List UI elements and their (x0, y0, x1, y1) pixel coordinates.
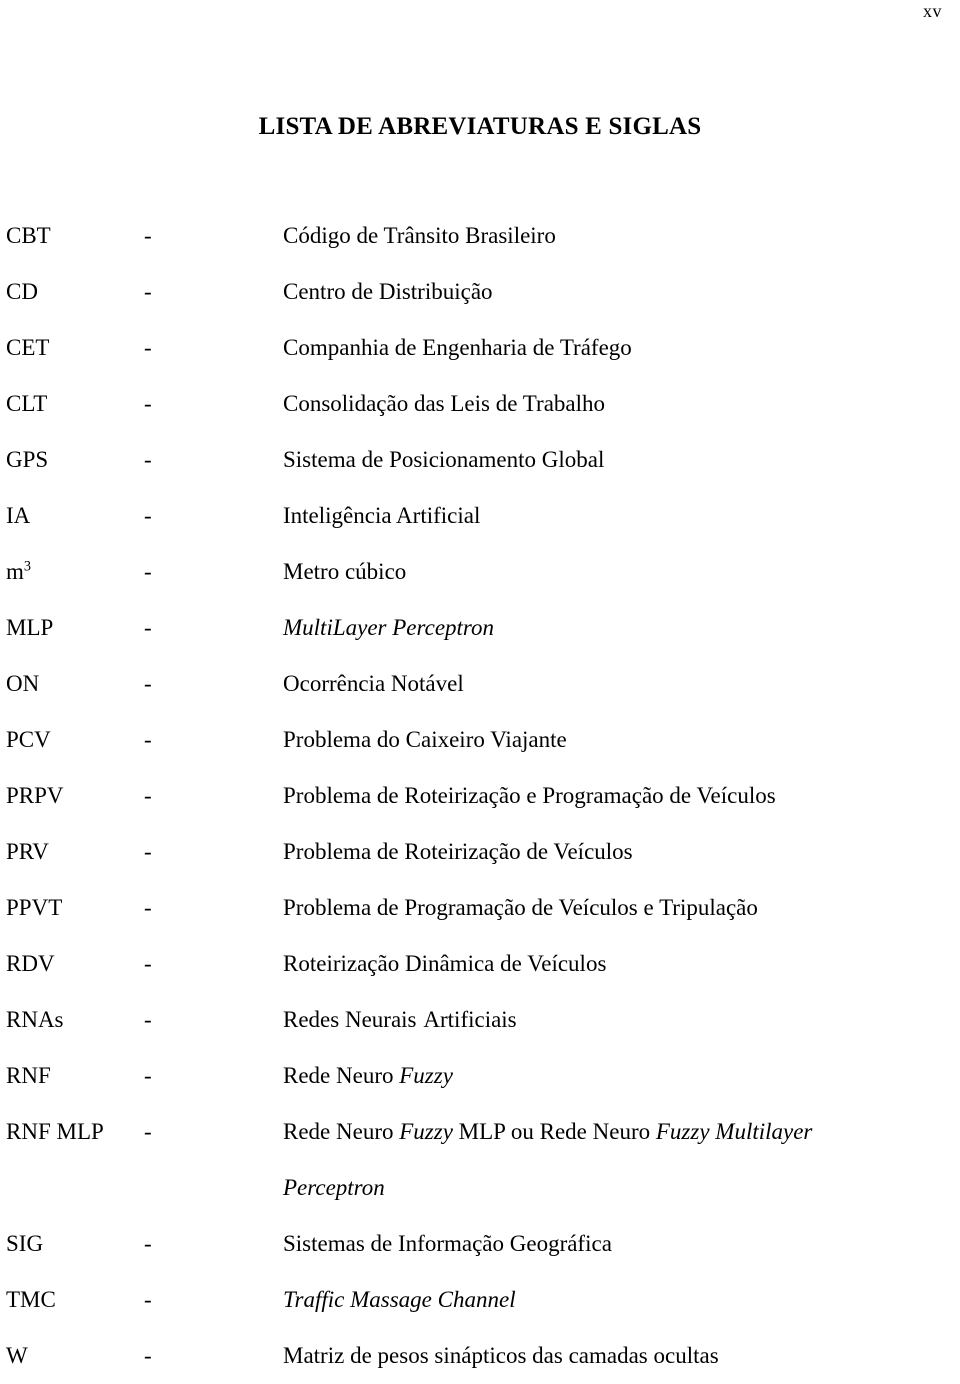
abbreviation-separator: - (144, 1119, 152, 1144)
abbreviation-row: RNF - Rede Neuro Fuzzy (0, 1048, 960, 1104)
abbreviation-separator: - (144, 447, 152, 472)
emphasised-term: Perceptron (283, 1175, 385, 1200)
abbreviation-row: W - Matriz de pesos sinápticos das camadas… (0, 1328, 960, 1384)
page-title: LISTA DE ABREVIATURAS E SIGLAS (258, 112, 702, 140)
abbreviation-separator: - (144, 615, 152, 640)
abbreviation-term: TMC (6, 1287, 56, 1312)
abbreviation-definition: MultiLayer Perceptron (283, 600, 920, 656)
word-gap (417, 992, 424, 1048)
emphasised-term: Fuzzy (399, 1063, 453, 1088)
abbreviation-definition: Inteligência Artificial (283, 503, 481, 528)
abbreviation-term: IA (6, 503, 31, 528)
abbreviation-term: MLP (6, 615, 54, 640)
abbreviation-term: CLT (6, 391, 48, 416)
abbreviation-separator: - (144, 1287, 152, 1312)
abbreviation-term: PRV (6, 839, 49, 864)
abbreviation-term: GPS (6, 447, 49, 472)
emphasised-term: Multilayer (715, 1119, 813, 1144)
abbreviation-row: RNAs - Redes Neurais Artificiais (0, 992, 960, 1048)
emphasised-term: Fuzzy (399, 1119, 453, 1144)
abbreviation-definition: Matriz de pesos sinápticos das camadas o… (283, 1343, 719, 1368)
abbreviation-term: m3 (6, 558, 32, 584)
abbreviation-row: IA - Inteligência Artificial (0, 488, 960, 544)
abbreviation-separator: - (144, 1231, 152, 1256)
emphasised-term: Traffic (283, 1287, 345, 1312)
emphasised-term: Massage (350, 1287, 432, 1312)
abbreviation-definition: Rede Neuro Fuzzy MLP ou Rede Neuro Fuzzy… (283, 1104, 920, 1216)
abbreviation-definition: Sistemas de Informação Geográfica (283, 1231, 612, 1256)
abbreviation-term: PPVT (6, 895, 63, 920)
abbreviation-term: RNF (6, 1063, 51, 1088)
abbreviation-row: RNF MLP - Rede Neuro Fuzzy MLP ou Rede Neu… (0, 1104, 960, 1216)
abbreviation-term: PCV (6, 727, 51, 752)
abbreviation-separator: - (144, 391, 152, 416)
abbreviation-separator: - (144, 951, 152, 976)
abbreviation-definition: Ocorrência Notável (283, 671, 464, 696)
abbreviation-row: PRPV - Problema de Roteirização e Programa… (0, 768, 960, 824)
abbreviation-list: CBT - Código de Trânsito Brasileiro CD - Cent… (0, 208, 960, 1384)
abbreviation-separator: - (144, 1343, 152, 1368)
abbreviation-definition: Sistema de Posicionamento Global (283, 447, 605, 472)
abbreviation-separator: - (144, 559, 152, 584)
abbreviation-definition: Problema do Caixeiro Viajante (283, 727, 567, 752)
abbreviation-row: CET - Companhia de Engenharia de Tráfego (0, 320, 960, 376)
abbreviation-term: W (6, 1343, 28, 1368)
abbreviation-definition: Código de Trânsito Brasileiro (283, 223, 556, 248)
abbreviation-definition: Roteirização Dinâmica de Veículos (283, 951, 607, 976)
abbreviation-definition: Problema de Roteirização e Programação d… (283, 783, 776, 808)
emphasised-term: Channel (437, 1287, 516, 1312)
abbreviation-definition: Metro cúbico (283, 559, 407, 584)
abbreviation-definition: Problema de Roteirização de Veículos (283, 839, 633, 864)
abbreviation-separator: - (144, 727, 152, 752)
abbreviation-row: TMC - Traffic Massage Channel (0, 1272, 960, 1328)
abbreviation-separator: - (144, 335, 152, 360)
abbreviation-row: CD - Centro de Distribuição (0, 264, 960, 320)
abbreviation-term: PRPV (6, 783, 64, 808)
abbreviation-row: MLP - MultiLayer Perceptron (0, 600, 960, 656)
definition-line: Perceptron (283, 1160, 920, 1216)
abbreviation-term: CD (6, 279, 38, 304)
abbreviation-term: RNAs (6, 1007, 64, 1032)
abbreviation-row: PCV - Problema do Caixeiro Viajante (0, 712, 960, 768)
abbreviation-row: CLT - Consolidação das Leis de Trabalho (0, 376, 960, 432)
abbreviation-separator: - (144, 671, 152, 696)
abbreviation-separator: - (144, 1007, 152, 1032)
emphasised-term: Perceptron (392, 615, 495, 640)
abbreviation-term: RNF MLP (6, 1119, 104, 1144)
abbreviation-separator: - (144, 503, 152, 528)
abbreviation-definition: Centro de Distribuição (283, 279, 493, 304)
abbreviation-row: ON - Ocorrência Notável (0, 656, 960, 712)
abbreviation-separator: - (144, 895, 152, 920)
abbreviation-term: CBT (6, 223, 51, 248)
abbreviation-row: PRV - Problema de Roteirização de Veículos (0, 824, 960, 880)
abbreviation-separator: - (144, 279, 152, 304)
abbreviation-row: SIG - Sistemas de Informação Geográfica (0, 1216, 960, 1272)
definition-line: Rede Neuro Fuzzy MLP ou Rede Neuro Fuzzy… (283, 1119, 813, 1144)
abbreviation-definition: Companhia de Engenharia de Tráfego (283, 335, 632, 360)
emphasised-term: Fuzzy (655, 1119, 710, 1144)
abbreviation-separator: - (144, 1063, 152, 1088)
abbreviation-row: m3 - Metro cúbico (0, 544, 960, 600)
abbreviation-term: SIG (6, 1231, 44, 1256)
abbreviation-term: ON (6, 671, 40, 696)
abbreviation-definition: Redes Neurais Artificiais (283, 992, 920, 1048)
abbreviation-definition: Traffic Massage Channel (283, 1272, 920, 1328)
abbreviation-term: CET (6, 335, 50, 360)
emphasised-term: MultiLayer (283, 615, 387, 640)
abbreviation-definition: Problema de Programação de Veículos e Tr… (283, 895, 758, 920)
abbreviation-row: GPS - Sistema de Posicionamento Global (0, 432, 960, 488)
page-number: xv (923, 1, 942, 21)
abbreviation-separator: - (144, 223, 152, 248)
abbreviation-separator: - (144, 783, 152, 808)
abbreviation-row: PPVT - Problema de Programação de Veículos… (0, 880, 960, 936)
abbreviation-definition: Rede Neuro Fuzzy (283, 1063, 453, 1088)
abbreviation-term: RDV (6, 951, 55, 976)
abbreviation-definition: Consolidação das Leis de Trabalho (283, 391, 606, 416)
abbreviation-row: RDV - Roteirização Dinâmica de Veículos (0, 936, 960, 992)
abbreviation-separator: - (144, 839, 152, 864)
abbreviation-row: CBT - Código de Trânsito Brasileiro (0, 208, 960, 264)
